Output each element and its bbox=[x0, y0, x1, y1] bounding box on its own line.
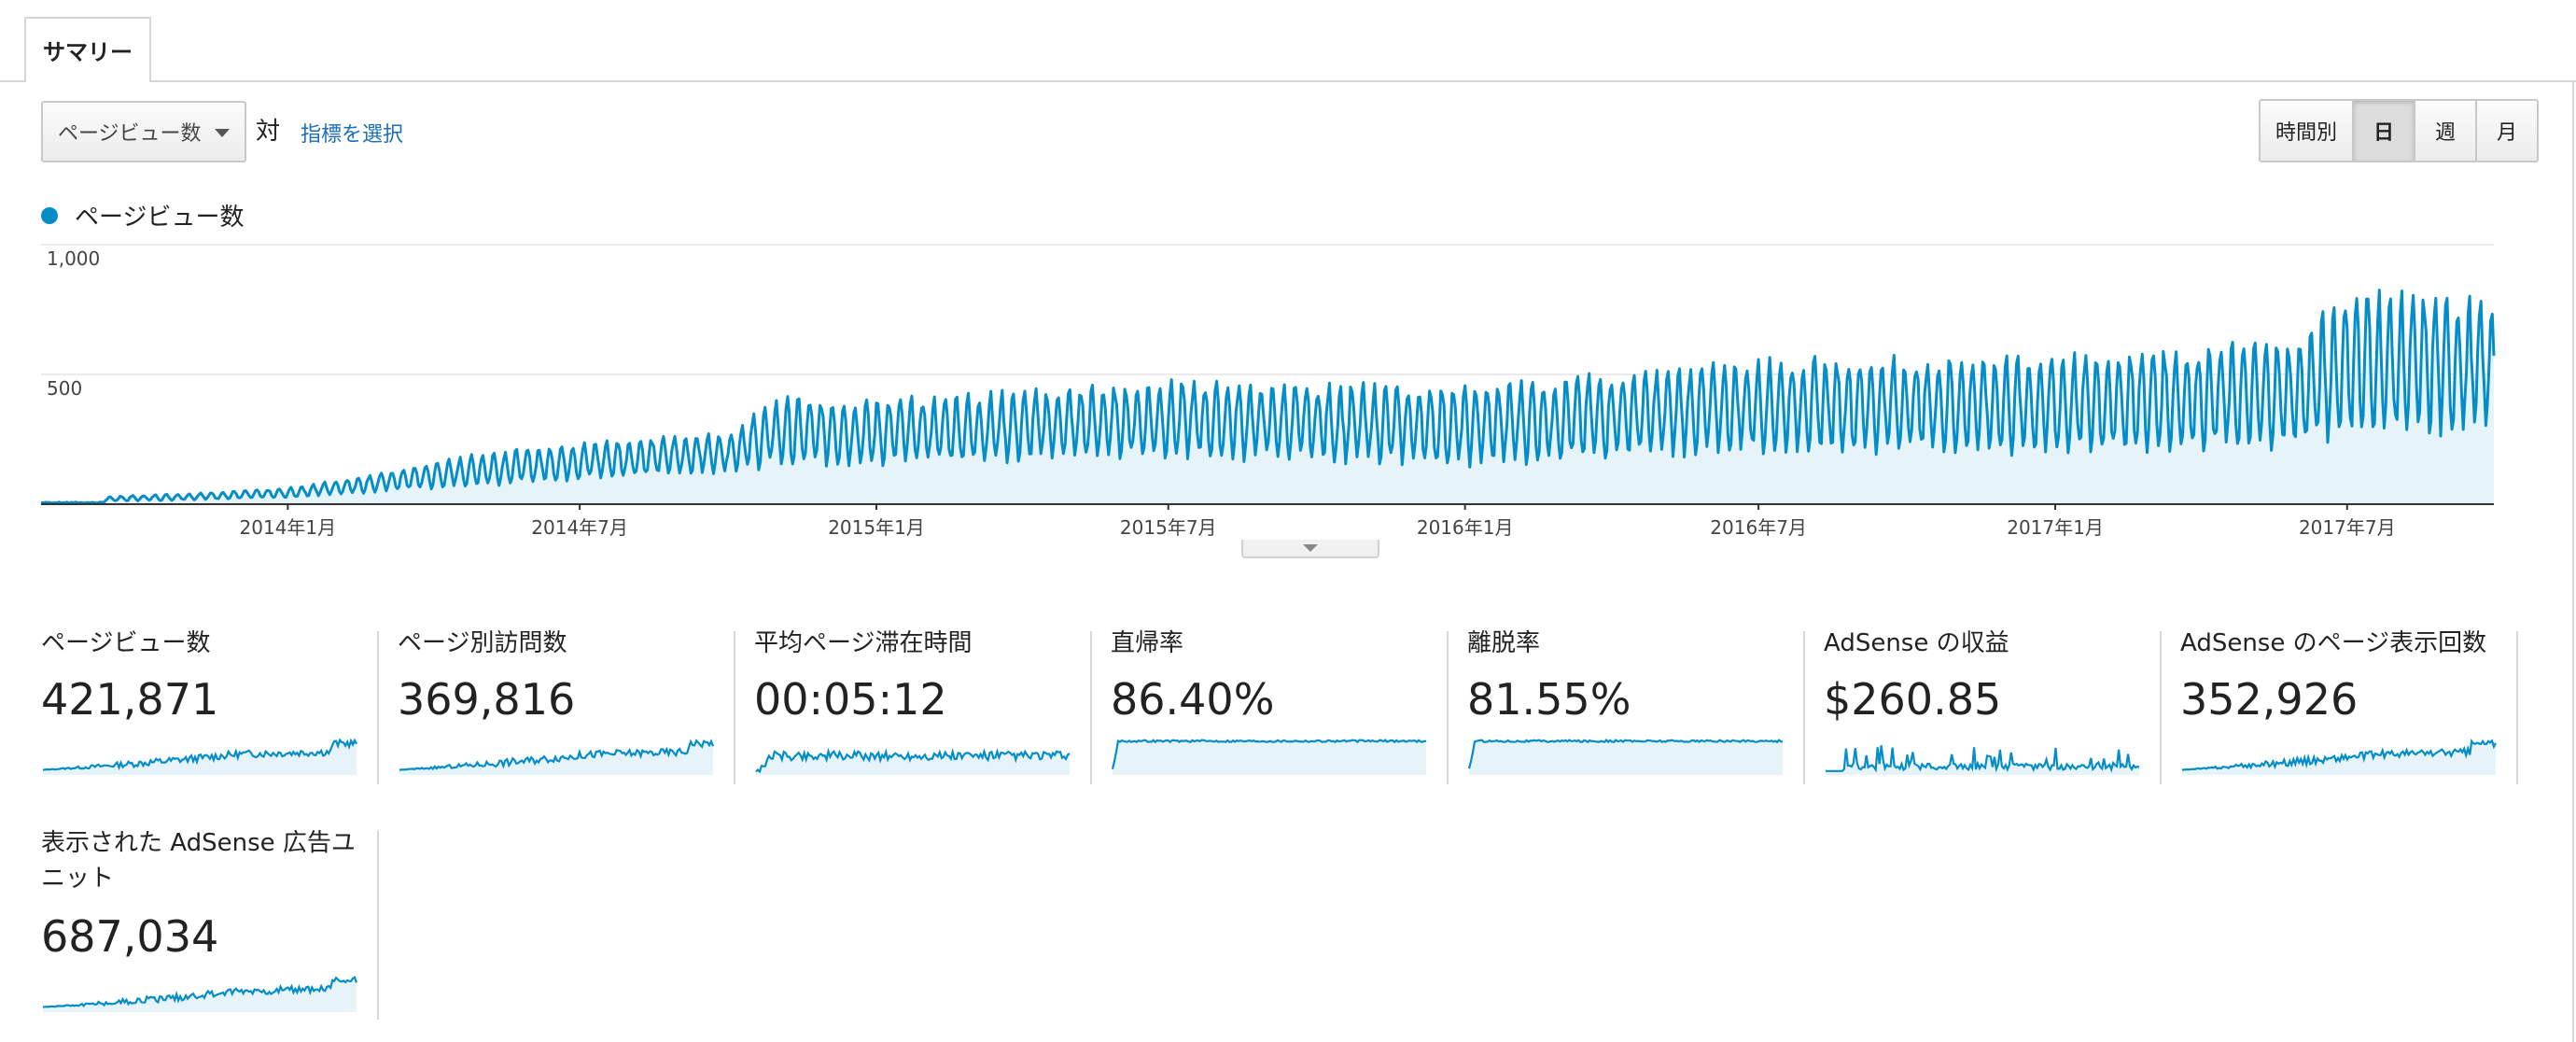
sparkline-area bbox=[1113, 739, 1426, 775]
series-area bbox=[41, 289, 2494, 504]
tile-divider bbox=[377, 831, 379, 1020]
legend-label: ページビュー数 bbox=[75, 204, 245, 232]
metric-sparkline bbox=[399, 739, 715, 775]
metric-value: 352,926 bbox=[2180, 674, 2359, 725]
x-tick-label: 2017年7月 bbox=[2299, 516, 2396, 539]
x-tick-label: 2016年1月 bbox=[1417, 516, 1514, 539]
panel-right-border bbox=[2572, 80, 2574, 1042]
metric-dropdown[interactable]: ページビュー数 bbox=[41, 101, 246, 162]
metric-sparkline bbox=[1467, 739, 1784, 775]
x-tick-label: 2017年1月 bbox=[2007, 516, 2104, 539]
metric-sparkline bbox=[42, 976, 358, 1012]
metric-title: 平均ページ滞在時間 bbox=[754, 629, 973, 657]
metric-sparkline bbox=[2181, 738, 2497, 775]
metric-title: ページビュー数 bbox=[41, 629, 211, 657]
metric-tile-adsense-ad-units[interactable]: 表示された AdSense 広告ユニット 687,034 bbox=[41, 825, 398, 1021]
sparkline-area bbox=[43, 739, 357, 775]
x-tick-label: 2014年7月 bbox=[531, 516, 628, 539]
metric-tile-avg-time[interactable]: 平均ページ滞在時間 00:05:12 bbox=[754, 626, 1111, 784]
metric-value: 421,871 bbox=[41, 674, 219, 725]
chart-collapse-handle[interactable] bbox=[1241, 540, 1379, 558]
vs-label: 対 bbox=[256, 118, 281, 146]
metric-tile-adsense-page-impressions[interactable]: AdSense のページ表示回数 352,926 bbox=[2180, 626, 2537, 784]
tile-divider bbox=[1803, 631, 1805, 784]
metric-tile-adsense-revenue[interactable]: AdSense の収益 $260.85 bbox=[1824, 626, 2180, 784]
metric-sparkline bbox=[1111, 739, 1426, 775]
sparkline-area bbox=[43, 977, 357, 1012]
metric-value: $260.85 bbox=[1824, 674, 2002, 725]
metric-value: 81.55% bbox=[1467, 674, 1631, 725]
tile-divider bbox=[734, 631, 735, 784]
x-tick-label: 2015年7月 bbox=[1120, 516, 1217, 539]
metric-dropdown-label: ページビュー数 bbox=[58, 122, 202, 146]
tile-divider bbox=[377, 631, 379, 784]
metric-value: 369,816 bbox=[398, 674, 576, 725]
tile-divider bbox=[2160, 631, 2162, 784]
chevron-down-icon bbox=[1303, 544, 1318, 552]
tile-divider bbox=[1447, 631, 1449, 784]
series-dot-icon bbox=[41, 206, 58, 224]
tab-bar bbox=[0, 0, 2576, 82]
chart-legend: ページビュー数 bbox=[41, 198, 244, 232]
y-tick-label: 1,000 bbox=[47, 247, 100, 270]
metric-sparkline bbox=[1826, 745, 2140, 775]
metric-title: ページ別訪問数 bbox=[398, 629, 567, 657]
x-tick-label: 2014年1月 bbox=[240, 516, 337, 539]
select-metric-link[interactable]: 指標を選択 bbox=[301, 118, 403, 148]
metric-value: 687,034 bbox=[41, 911, 219, 962]
metric-title: 表示された AdSense 広告ユニット bbox=[41, 829, 356, 893]
metric-title: AdSense の収益 bbox=[1824, 629, 2009, 657]
metric-value: 00:05:12 bbox=[754, 674, 947, 725]
metric-tile-pageviews[interactable]: ページビュー数 421,871 bbox=[41, 626, 398, 784]
metric-tile-entrance-bounce[interactable]: 直帰率 86.40% bbox=[1111, 626, 1467, 784]
period-week-button[interactable]: 週 bbox=[2414, 101, 2475, 161]
period-month-button[interactable]: 月 bbox=[2475, 101, 2537, 161]
metric-value: 86.40% bbox=[1111, 674, 1275, 725]
period-day-button[interactable]: 日 bbox=[2352, 101, 2414, 161]
period-toggle-group: 時間別 日 週 月 bbox=[2259, 99, 2539, 162]
x-tick-label: 2015年1月 bbox=[828, 516, 925, 539]
tile-divider bbox=[2516, 631, 2518, 784]
pageviews-chart[interactable]: 1,000 500 2014年1月 2014年7月 2015年1月 2015年7月 2016… bbox=[0, 233, 2576, 542]
metric-title: 直帰率 bbox=[1111, 629, 1184, 657]
caret-down-icon bbox=[215, 129, 230, 137]
tile-divider bbox=[1090, 631, 1092, 784]
metric-sparkline bbox=[755, 747, 1071, 775]
metric-title: AdSense のページ表示回数 bbox=[2180, 629, 2487, 657]
tab-summary[interactable]: サマリー bbox=[24, 17, 151, 80]
sparkline-area bbox=[1469, 739, 1783, 775]
period-hourly-button[interactable]: 時間別 bbox=[2261, 101, 2352, 161]
metric-title: 離脱率 bbox=[1467, 629, 1541, 657]
tab-active-gap bbox=[26, 78, 149, 82]
metric-sparkline bbox=[42, 738, 357, 775]
x-tick-label: 2016年7月 bbox=[1710, 516, 1807, 539]
y-tick-label: 500 bbox=[47, 377, 82, 400]
metric-tile-exit-rate[interactable]: 離脱率 81.55% bbox=[1467, 626, 1824, 784]
metric-tile-unique-pageviews[interactable]: ページ別訪問数 369,816 bbox=[398, 626, 754, 784]
